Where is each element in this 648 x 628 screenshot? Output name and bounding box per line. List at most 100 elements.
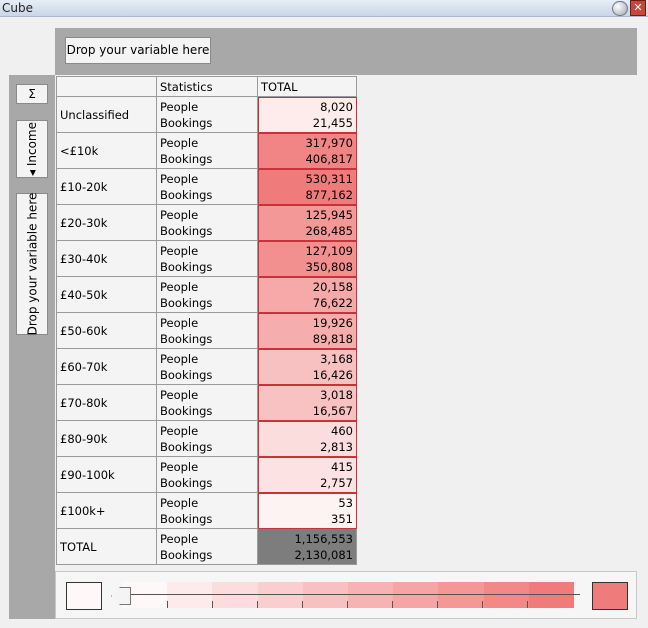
legend-tick: [257, 601, 258, 608]
statistics-cell: People Bookings: [156, 492, 258, 529]
legend-color-step: [257, 582, 303, 608]
row-label[interactable]: TOTAL: [56, 528, 157, 565]
stat-name-people: People: [160, 495, 199, 510]
total-value-cell[interactable]: 20,158 76,622: [257, 276, 357, 313]
legend-color-step: [438, 582, 484, 608]
income-variable-label: Income: [25, 121, 40, 167]
statistics-cell: People Bookings: [156, 168, 258, 205]
people-value: 53: [338, 495, 353, 510]
row-drop-target[interactable]: Drop your variable here: [16, 193, 48, 335]
stat-name-bookings: Bookings: [160, 367, 213, 382]
statistics-header[interactable]: Statistics: [156, 76, 258, 97]
column-drop-target[interactable]: Drop your variable here: [65, 37, 211, 64]
legend-slider-thumb[interactable]: [111, 587, 131, 605]
stat-name-bookings: Bookings: [160, 295, 213, 310]
legend-low-color-swatch[interactable]: [66, 582, 102, 610]
statistics-cell: People Bookings: [156, 528, 258, 565]
statistics-cell: People Bookings: [156, 348, 258, 385]
statistics-cell: People Bookings: [156, 240, 258, 277]
stat-name-bookings: Bookings: [160, 259, 213, 274]
people-value: 3,018: [320, 387, 353, 402]
table-row: £70-80k People Bookings 3,018 16,567: [56, 384, 357, 421]
row-label[interactable]: £30-40k: [56, 240, 157, 277]
total-column-header[interactable]: TOTAL: [257, 76, 357, 97]
table-row: £50-60k People Bookings 19,926 89,818: [56, 312, 357, 349]
bookings-value: 16,567: [312, 403, 353, 418]
grand-total-cell[interactable]: 1,156,553 2,130,081: [257, 528, 357, 565]
stat-name-people: People: [160, 387, 199, 402]
total-value-cell[interactable]: 530,311 877,162: [257, 168, 357, 205]
bookings-value: 2,757: [320, 475, 353, 490]
row-label[interactable]: £80-90k: [56, 420, 157, 457]
total-value-cell[interactable]: 8,020 21,455: [257, 96, 357, 133]
legend-color-step: [393, 582, 439, 608]
stat-name-bookings: Bookings: [160, 547, 213, 562]
table-row: £90-100k People Bookings 415 2,757: [56, 456, 357, 493]
stat-name-people: People: [160, 531, 199, 546]
sigma-statistics-button[interactable]: Σ: [16, 84, 48, 104]
people-value: 1,156,553: [294, 531, 353, 546]
stat-name-bookings: Bookings: [160, 439, 213, 454]
row-variable-panel: Σ ◂ Income Drop your variable here: [9, 75, 55, 619]
row-drop-label: Drop your variable here: [25, 192, 39, 336]
row-label[interactable]: £70-80k: [56, 384, 157, 421]
chevron-down-icon: ◂: [25, 169, 40, 177]
legend-tick: [527, 601, 528, 608]
total-row: TOTAL People Bookings 1,156,553 2,130,081: [56, 528, 357, 565]
cube-grid: Statistics TOTAL Unclassified People Booki…: [55, 75, 637, 565]
total-value-cell[interactable]: 19,926 89,818: [257, 312, 357, 349]
table-row: £40-50k People Bookings 20,158 76,622: [56, 276, 357, 313]
total-value-cell[interactable]: 127,109 350,808: [257, 240, 357, 277]
total-value-cell[interactable]: 460 2,813: [257, 420, 357, 457]
bookings-value: 2,130,081: [294, 547, 353, 562]
statistics-cell: People Bookings: [156, 204, 258, 241]
title-bar: Cube ✕: [0, 0, 648, 17]
legend-tick: [392, 601, 393, 608]
total-value-cell[interactable]: 415 2,757: [257, 456, 357, 493]
stat-name-people: People: [160, 171, 199, 186]
table-row: £60-70k People Bookings 3,168 16,426: [56, 348, 357, 385]
row-label[interactable]: £50-60k: [56, 312, 157, 349]
stat-name-bookings: Bookings: [160, 403, 213, 418]
people-value: 125,945: [305, 207, 353, 222]
people-value: 127,109: [305, 243, 353, 258]
bookings-value: 89,818: [312, 331, 353, 346]
row-label[interactable]: £60-70k: [56, 348, 157, 385]
corner-header: [56, 76, 157, 97]
legend-high-color-swatch[interactable]: [592, 582, 628, 610]
bookings-value: 16,426: [312, 367, 353, 382]
legend-color-ramp: [122, 582, 575, 608]
table-row: £100k+ People Bookings 53 351: [56, 492, 357, 529]
stat-name-bookings: Bookings: [160, 511, 213, 526]
cube-table: Statistics TOTAL Unclassified People Booki…: [56, 76, 357, 565]
row-label[interactable]: Unclassified: [56, 96, 157, 133]
pin-icon[interactable]: [612, 1, 628, 16]
stat-name-people: People: [160, 207, 199, 222]
people-value: 8,020: [320, 99, 353, 114]
people-value: 3,168: [320, 351, 353, 366]
row-label[interactable]: £10-20k: [56, 168, 157, 205]
total-value-cell[interactable]: 53 351: [257, 492, 357, 529]
stat-name-people: People: [160, 135, 199, 150]
people-value: 530,311: [305, 171, 353, 186]
row-label[interactable]: £90-100k: [56, 456, 157, 493]
close-icon[interactable]: ✕: [630, 0, 646, 16]
legend-tick: [437, 601, 438, 608]
total-value-cell[interactable]: 3,168 16,426: [257, 348, 357, 385]
row-label[interactable]: £40-50k: [56, 276, 157, 313]
total-value-cell[interactable]: 125,945 268,485: [257, 204, 357, 241]
row-label[interactable]: £20-30k: [56, 204, 157, 241]
legend-color-step: [483, 582, 529, 608]
people-value: 19,926: [312, 315, 353, 330]
table-row: £20-30k People Bookings 125,945 268,485: [56, 204, 357, 241]
stat-name-bookings: Bookings: [160, 187, 213, 202]
row-label[interactable]: <£10k: [56, 132, 157, 169]
total-value-cell[interactable]: 3,018 16,567: [257, 384, 357, 421]
legend-tick: [302, 601, 303, 608]
row-label[interactable]: £100k+: [56, 492, 157, 529]
window-title: Cube: [2, 1, 33, 15]
stat-name-bookings: Bookings: [160, 115, 213, 130]
income-variable-button[interactable]: ◂ Income: [16, 120, 48, 178]
total-value-cell[interactable]: 317,970 406,817: [257, 132, 357, 169]
stat-name-bookings: Bookings: [160, 151, 213, 166]
